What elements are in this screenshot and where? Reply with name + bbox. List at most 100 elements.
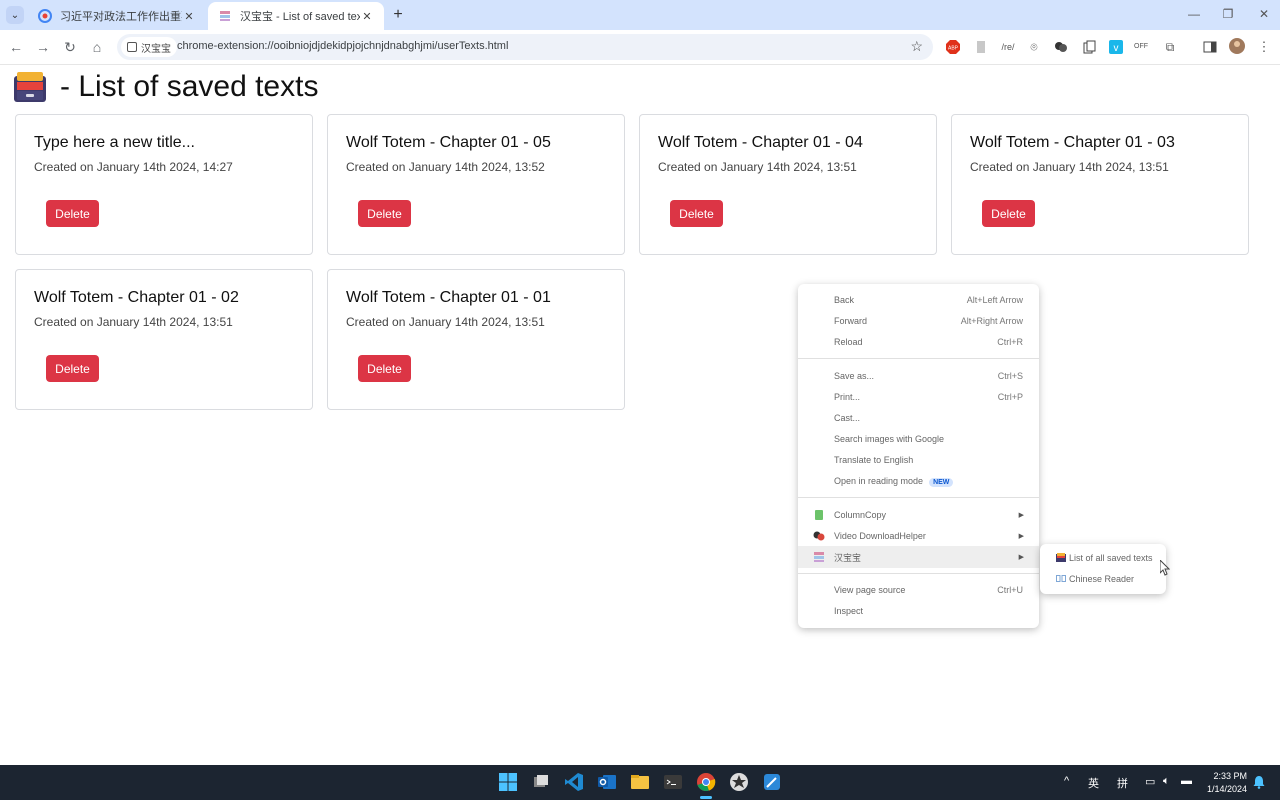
avatar[interactable] (1229, 38, 1245, 54)
side-panel-icon[interactable] (1203, 40, 1217, 54)
card-title[interactable]: Wolf Totem - Chapter 01 - 03 (970, 134, 1175, 152)
new-tab-button[interactable]: + (389, 6, 407, 24)
menu-kebab-icon[interactable]: ⋮ (1257, 40, 1271, 54)
tab-news[interactable]: 习近平对政法工作作出重要指示 ✕ (28, 2, 206, 30)
hanbaobao-submenu: List of all saved texts Chinese Reader (1040, 544, 1166, 594)
submenu-item-chinese-reader[interactable]: Chinese Reader (1040, 568, 1166, 589)
chrome-icon[interactable] (696, 772, 716, 792)
network-icon[interactable]: ▭ (1145, 775, 1155, 788)
menu-item-shortcut: Alt+Left Arrow (966, 295, 1023, 305)
saved-text-card[interactable]: Wolf Totem - Chapter 01 - 03 Created on … (951, 114, 1249, 255)
home-icon[interactable]: ⌂ (88, 38, 106, 56)
columncopy-icon (815, 510, 823, 520)
copy-icon[interactable] (1082, 40, 1096, 54)
video-downloadhelper-icon (813, 531, 825, 541)
page-icon[interactable] (974, 40, 988, 54)
bookmark-star-icon[interactable]: ☆ (910, 38, 923, 55)
card-title[interactable]: Wolf Totem - Chapter 01 - 05 (346, 134, 551, 152)
file-explorer-icon[interactable] (630, 772, 650, 792)
hanbaobao-favicon-icon (218, 9, 232, 23)
menu-item-inspect[interactable]: Inspect (798, 601, 1039, 621)
menu-item-translate[interactable]: Translate to English (798, 450, 1039, 470)
input-method-indicator[interactable]: 拼 (1117, 775, 1128, 791)
tab-saved-texts[interactable]: 汉宝宝 - List of saved texts ✕ (208, 2, 384, 30)
saved-text-card[interactable]: Wolf Totem - Chapter 01 - 02 Created on … (15, 269, 313, 410)
outlook-icon[interactable] (597, 772, 617, 792)
battery-icon[interactable]: ▬ (1181, 775, 1192, 787)
off-icon[interactable]: OFF (1134, 40, 1148, 54)
saved-text-card[interactable]: Wolf Totem - Chapter 01 - 05 Created on … (327, 114, 625, 255)
delete-button[interactable]: Delete (670, 200, 723, 227)
menu-item-label: Forward (834, 316, 868, 326)
notification-bell-icon[interactable] (1253, 775, 1265, 789)
page-title: - List of saved texts (14, 70, 318, 104)
close-icon[interactable]: ✕ (182, 10, 196, 23)
delete-button[interactable]: Delete (46, 355, 99, 382)
menu-item-forward[interactable]: Forward Alt+Right Arrow (798, 311, 1039, 331)
vscode-icon[interactable] (564, 772, 584, 792)
minimize-icon[interactable]: — (1186, 7, 1202, 21)
menu-item-search-images[interactable]: Search images with Google (798, 429, 1039, 449)
menu-item-columncopy[interactable]: ColumnCopy ▶ (798, 505, 1039, 525)
address-bar[interactable]: 汉宝宝 chrome-extension://ooibniojdjdekidpj… (117, 34, 933, 60)
chevron-down-icon: ⌄ (10, 9, 20, 21)
regex-icon[interactable]: /re/ (1000, 40, 1016, 54)
delete-button[interactable]: Delete (982, 200, 1035, 227)
svg-text:v: v (1114, 43, 1119, 54)
video-dl-icon[interactable] (1054, 40, 1068, 54)
url-text[interactable]: chrome-extension://ooibniojdjdekidpjojch… (177, 40, 508, 52)
restore-icon[interactable]: ❐ (1220, 7, 1236, 21)
tray-chevron-icon[interactable]: ^ (1064, 775, 1069, 787)
menu-item-view-source[interactable]: View page source Ctrl+U (798, 580, 1039, 600)
reload-icon[interactable]: ↻ (61, 38, 79, 56)
card-title[interactable]: Wolf Totem - Chapter 01 - 02 (34, 289, 239, 307)
forward-icon[interactable]: → (34, 38, 52, 56)
card-title[interactable]: Type here a new title... (34, 134, 195, 152)
delete-button[interactable]: Delete (46, 200, 99, 227)
delete-button[interactable]: Delete (358, 355, 411, 382)
menu-item-print[interactable]: Print... Ctrl+P (798, 387, 1039, 407)
close-icon[interactable]: ✕ (360, 10, 374, 23)
menu-item-reading-mode[interactable]: Open in reading mode NEW (798, 471, 1039, 491)
volume-icon[interactable]: 🔈︎ (1163, 775, 1170, 788)
close-window-icon[interactable]: ✕ (1256, 7, 1272, 21)
star-app-icon[interactable] (729, 772, 749, 792)
menu-item-label: Cast... (834, 413, 861, 423)
vimeo-icon[interactable]: v (1109, 40, 1123, 54)
puzzle-icon (127, 42, 137, 52)
saved-text-card[interactable]: Wolf Totem - Chapter 01 - 04 Created on … (639, 114, 937, 255)
delete-button[interactable]: Delete (358, 200, 411, 227)
tab-search-button[interactable]: ⌄ (6, 6, 24, 24)
extensions-puzzle-icon[interactable]: ⧉ (1163, 40, 1177, 54)
card-title[interactable]: Wolf Totem - Chapter 01 - 01 (346, 289, 551, 307)
saved-text-card[interactable]: Wolf Totem - Chapter 01 - 01 Created on … (327, 269, 625, 410)
tab-title: 习近平对政法工作作出重要指示 (60, 11, 182, 23)
menu-divider (798, 497, 1039, 498)
camera-icon[interactable]: ⌾ (1027, 40, 1041, 54)
windows-start-icon[interactable] (498, 772, 518, 792)
saved-text-card[interactable]: Type here a new title... Created on Janu… (15, 114, 313, 255)
back-icon[interactable]: ← (7, 38, 25, 56)
card-created-date: Created on January 14th 2024, 14:27 (34, 160, 233, 174)
menu-item-reload[interactable]: Reload Ctrl+R (798, 332, 1039, 352)
card-created-date: Created on January 14th 2024, 13:51 (34, 315, 233, 329)
menu-item-back[interactable]: Back Alt+Left Arrow (798, 290, 1039, 310)
abp-icon[interactable]: ABP (946, 40, 960, 54)
news-favicon-icon (38, 9, 52, 23)
card-title[interactable]: Wolf Totem - Chapter 01 - 04 (658, 134, 863, 152)
menu-item-hanbaobao[interactable]: 汉宝宝 ▶ (798, 546, 1039, 568)
paint-app-icon[interactable] (762, 772, 782, 792)
menu-item-label: List of all saved texts (1069, 552, 1153, 563)
context-menu: Back Alt+Left Arrow Forward Alt+Right Arro… (798, 284, 1039, 628)
extension-chip[interactable]: 汉宝宝 (121, 37, 177, 57)
menu-item-video-downloadhelper[interactable]: Video DownloadHelper ▶ (798, 526, 1039, 546)
new-badge: NEW (929, 477, 954, 487)
browser-toolbar: ← → ↻ ⌂ 汉宝宝 chrome-extension://ooibniojd… (0, 30, 1280, 65)
terminal-icon[interactable] (663, 772, 683, 792)
system-clock[interactable]: 2:33 PM 1/14/2024 (1207, 770, 1247, 796)
menu-item-cast[interactable]: Cast... (798, 408, 1039, 428)
task-view-icon[interactable] (531, 772, 551, 792)
input-lang-indicator[interactable]: 英 (1088, 775, 1099, 791)
menu-item-save-as[interactable]: Save as... Ctrl+S (798, 366, 1039, 386)
submenu-item-saved-texts[interactable]: List of all saved texts (1040, 547, 1166, 568)
